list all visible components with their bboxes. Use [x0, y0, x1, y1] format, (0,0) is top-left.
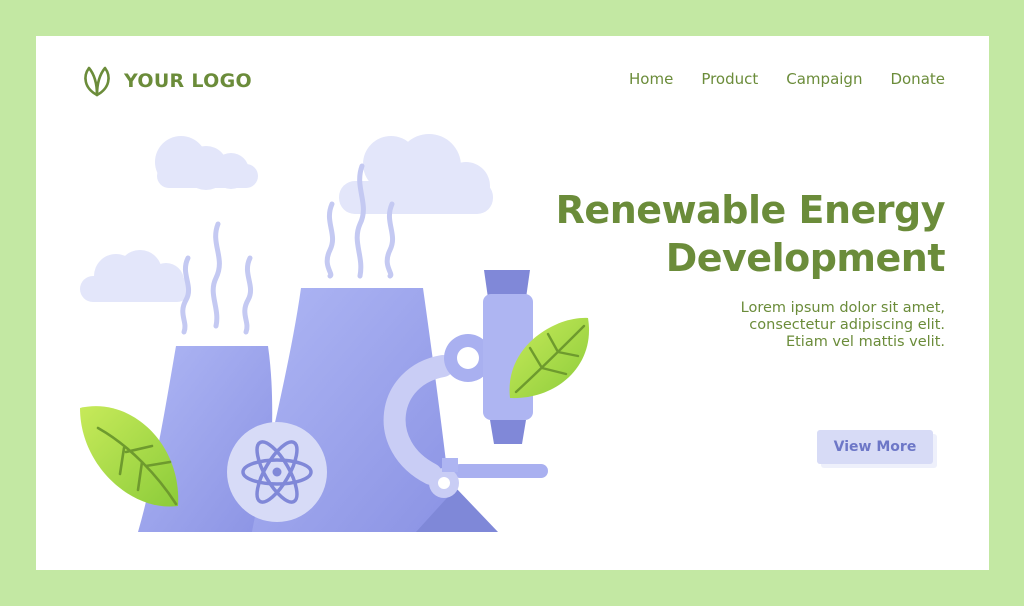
leaf-icon	[84, 66, 110, 97]
leaf-icon	[80, 406, 179, 507]
main-nav: Home Product Campaign Donate	[629, 70, 945, 88]
nav-donate[interactable]: Donate	[890, 70, 945, 88]
leaf-icon	[509, 317, 590, 399]
landing-card: YOUR LOGO Home Product Campaign Donate R…	[36, 36, 989, 570]
hero-description-line: Etiam vel mattis velit.	[785, 334, 945, 350]
logo[interactable]: YOUR LOGO	[80, 64, 252, 98]
logo-text: YOUR LOGO	[124, 70, 252, 92]
nav-home[interactable]: Home	[629, 70, 673, 88]
hero-title-line: Renewable Energy	[555, 188, 946, 232]
microscope-icon	[383, 270, 548, 532]
hero-description-line: consectetur adipiscing elit.	[749, 317, 945, 333]
cloud-icon	[80, 250, 190, 302]
atom-icon	[227, 422, 327, 522]
nav-campaign[interactable]: Campaign	[786, 70, 862, 88]
cooling-tower-icon	[252, 288, 454, 532]
hero-title-line: Development	[665, 236, 946, 280]
cloud-icon	[339, 134, 493, 214]
hero-description: Lorem ipsum dolor sit amet, consectetur …	[615, 300, 945, 351]
cooling-tower-icon	[138, 346, 274, 532]
cloud-icon	[155, 136, 258, 190]
hero-description-line: Lorem ipsum dolor sit amet,	[740, 300, 945, 316]
hero-title: Renewable Energy Development	[555, 186, 946, 282]
steam-icon	[180, 163, 396, 335]
view-more-button[interactable]: View More	[817, 430, 933, 464]
nav-product[interactable]: Product	[701, 70, 758, 88]
